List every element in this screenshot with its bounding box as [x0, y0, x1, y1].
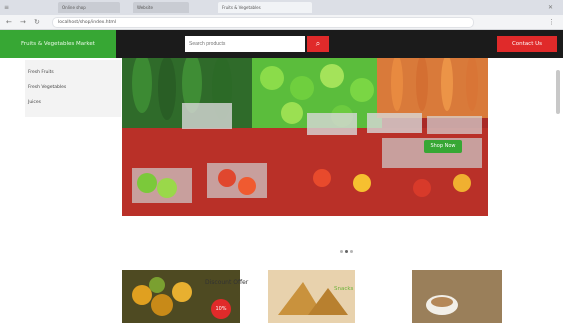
more-options-icon[interactable]: ⋮	[548, 15, 555, 29]
produce-photo	[122, 58, 488, 216]
page-scrollbar[interactable]	[556, 70, 560, 114]
discount-offer-title: Discount Offer	[205, 279, 249, 286]
sidebar-item-vegetables[interactable]: Fresh Vegetables	[28, 85, 66, 90]
browser-menu-icon[interactable]: ≡	[4, 0, 9, 15]
browser-tab-bar: ≡ Online shop Website Fruits & Vegetable…	[0, 0, 563, 15]
sidebar-item-fruits[interactable]: Fresh Fruits	[28, 70, 54, 75]
carousel-dot-active[interactable]	[345, 250, 348, 253]
brand-logo[interactable]: Fruits & Vegetables Market	[0, 30, 116, 58]
reload-icon[interactable]: ↻	[34, 15, 40, 29]
shop-now-button[interactable]: Shop Now	[424, 140, 462, 153]
hero-banner-image	[122, 58, 488, 216]
drink-card-image[interactable]	[412, 270, 502, 323]
contact-us-button[interactable]: Contact Us	[497, 36, 557, 52]
browser-tab-3[interactable]: Fruits & Vegetables	[218, 2, 312, 13]
back-icon[interactable]: ←	[6, 15, 12, 29]
snack-card-image[interactable]	[268, 270, 355, 323]
search-icon: ⌕	[315, 39, 321, 48]
coffee-photo	[412, 270, 502, 323]
address-bar: ← → ↻ localhost/shop/index.html ⋮	[0, 15, 563, 30]
sidebar-item-juices[interactable]: Juices	[28, 100, 41, 105]
carousel-indicators	[340, 238, 365, 253]
snack-photo	[268, 270, 355, 323]
forward-icon[interactable]: →	[20, 15, 26, 29]
search-input[interactable]	[185, 36, 305, 52]
search-button[interactable]: ⌕	[307, 36, 329, 52]
discount-badge: 10%	[211, 299, 231, 319]
browser-tab-2[interactable]: Website	[133, 2, 189, 13]
carousel-dot[interactable]	[350, 250, 353, 253]
carousel-dot[interactable]	[340, 250, 343, 253]
browser-tab-1[interactable]: Online shop	[58, 2, 120, 13]
close-window-icon[interactable]: ✕	[548, 0, 553, 15]
snacks-label: Snacks	[334, 286, 354, 292]
url-field[interactable]: localhost/shop/index.html	[52, 17, 474, 28]
